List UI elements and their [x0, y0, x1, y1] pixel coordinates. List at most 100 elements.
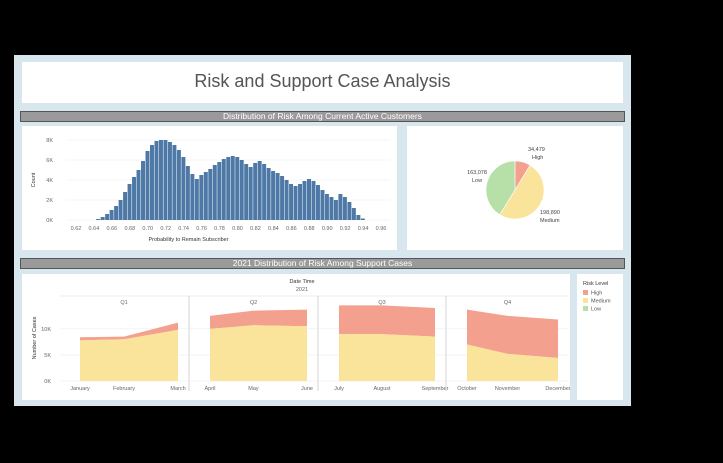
hist-bar — [289, 184, 294, 220]
hist-bar — [351, 208, 356, 220]
hist-bar — [176, 150, 181, 220]
legend-panel: Risk Level High Medium Low — [577, 274, 623, 400]
dashboard-title: Risk and Support Case Analysis — [194, 71, 451, 91]
hist-bar — [141, 161, 146, 220]
hist-bar — [132, 177, 137, 220]
hist-bar — [298, 184, 303, 220]
hist-bar — [181, 157, 186, 220]
hist-y-label: Count — [31, 172, 37, 187]
hist-bar — [307, 179, 311, 220]
hist-bar — [136, 170, 141, 220]
legend-label: Low — [591, 307, 601, 313]
hist-bar — [230, 156, 235, 220]
hist-bar — [185, 166, 190, 220]
section-header-support-cases: 2021 Distribution of Risk Among Support … — [20, 258, 625, 269]
risk-level-legend: Risk Level High Medium Low — [583, 281, 611, 313]
hist-bar — [311, 181, 316, 220]
hist-bar — [145, 151, 150, 220]
month-label: September — [422, 386, 449, 392]
dashboard: Risk and Support Case Analysis Distribut… — [14, 55, 631, 406]
hist-bar — [203, 172, 208, 220]
hist-bar — [244, 164, 249, 220]
area-y-tick: 0K — [44, 379, 51, 385]
hist-bar — [190, 174, 195, 220]
area-column-header: Date Time — [289, 279, 314, 285]
pie-chart: 34,479 High 198,890 Medium 163,078 Low — [467, 147, 560, 224]
quarter-label: Q4 — [504, 300, 511, 306]
histogram-panel[interactable]: 8K 6K 4K 2K 0K 0.62 0.64 0.66 0.68 0.70 0.72 0.74 0.… — [22, 126, 397, 250]
hist-bar — [109, 210, 114, 220]
hist-bar — [239, 160, 244, 220]
hist-bar — [194, 179, 199, 220]
hist-bar — [163, 140, 168, 220]
pie-category-label: Low — [472, 178, 482, 184]
pie-value-label: 163,078 — [467, 170, 487, 176]
hist-bar — [266, 168, 271, 220]
hist-bar — [257, 161, 262, 220]
hist-bar — [114, 206, 119, 220]
hist-bar — [284, 180, 289, 220]
hist-bar — [199, 175, 204, 220]
hist-bar — [167, 142, 172, 220]
hist-bar — [248, 167, 253, 220]
hist-x-tick: 0.68 — [124, 226, 135, 232]
area-year-label: 2021 — [296, 287, 308, 293]
area-panel[interactable]: Date Time 2021 10K 5K 0K Number of Cases Q1 Jan… — [22, 274, 571, 400]
title-panel: Risk and Support Case Analysis — [22, 62, 623, 103]
hist-bar — [253, 163, 258, 220]
hist-x-tick: 0.80 — [232, 226, 243, 232]
hist-bar — [302, 181, 307, 220]
hist-bar — [100, 217, 105, 220]
pie-category-label: Medium — [540, 218, 560, 224]
area-y-label: Number of Cases — [32, 316, 38, 359]
quarter-label: Q1 — [120, 300, 127, 306]
hist-bar — [333, 200, 338, 220]
month-label: June — [301, 386, 313, 392]
hist-x-tick: 0.96 — [376, 226, 387, 232]
month-label: January — [70, 386, 90, 392]
hist-bar — [347, 202, 352, 220]
pie-value-label: 34,479 — [528, 147, 545, 153]
hist-x-tick: 0.94 — [358, 226, 369, 232]
hist-x-tick: 0.88 — [304, 226, 315, 232]
hist-bar — [356, 215, 361, 220]
area-high-q3 — [339, 305, 435, 337]
month-label: July — [334, 386, 344, 392]
hist-bar — [105, 214, 110, 220]
hist-bar — [208, 169, 213, 220]
hist-x-tick: 0.74 — [178, 226, 189, 232]
hist-bar — [149, 145, 154, 220]
legend-label: Medium — [591, 299, 611, 305]
hist-bar — [212, 165, 217, 220]
hist-x-tick: 0.84 — [268, 226, 279, 232]
hist-y-tick: 6K — [46, 158, 53, 164]
legend-label: High — [591, 291, 602, 297]
quarter-label: Q2 — [250, 300, 257, 306]
area-chart: Date Time 2021 10K 5K 0K Number of Cases Q1 Jan… — [32, 279, 571, 392]
hist-y-tick: 8K — [46, 138, 53, 144]
histogram-chart: 8K 6K 4K 2K 0K 0.62 0.64 0.66 0.68 0.70 0.72 0.74 0.… — [31, 138, 390, 243]
hist-x-tick: 0.70 — [142, 226, 153, 232]
hist-bar — [123, 192, 128, 220]
hist-bar — [118, 200, 123, 220]
hist-bar — [320, 190, 325, 220]
hist-x-tick: 0.66 — [107, 226, 118, 232]
hist-y-tick: 2K — [46, 198, 53, 204]
month-label: August — [373, 386, 391, 392]
month-label: November — [495, 386, 521, 392]
hist-bar — [262, 164, 267, 220]
area-medium-q3 — [339, 334, 435, 381]
legend-title: Risk Level — [583, 281, 608, 287]
legend-swatch-medium — [583, 298, 588, 303]
hist-y-tick: 4K — [46, 178, 53, 184]
pie-panel[interactable]: 34,479 High 198,890 Medium 163,078 Low — [407, 126, 623, 250]
hist-x-tick: 0.76 — [196, 226, 207, 232]
hist-bar — [315, 185, 320, 220]
hist-bar — [127, 184, 132, 220]
hist-bar — [329, 197, 334, 220]
quarter-label: Q3 — [378, 300, 385, 306]
hist-bar — [324, 194, 329, 220]
hist-bar — [338, 194, 343, 220]
legend-swatch-high — [583, 290, 588, 295]
legend-swatch-low — [583, 306, 588, 311]
